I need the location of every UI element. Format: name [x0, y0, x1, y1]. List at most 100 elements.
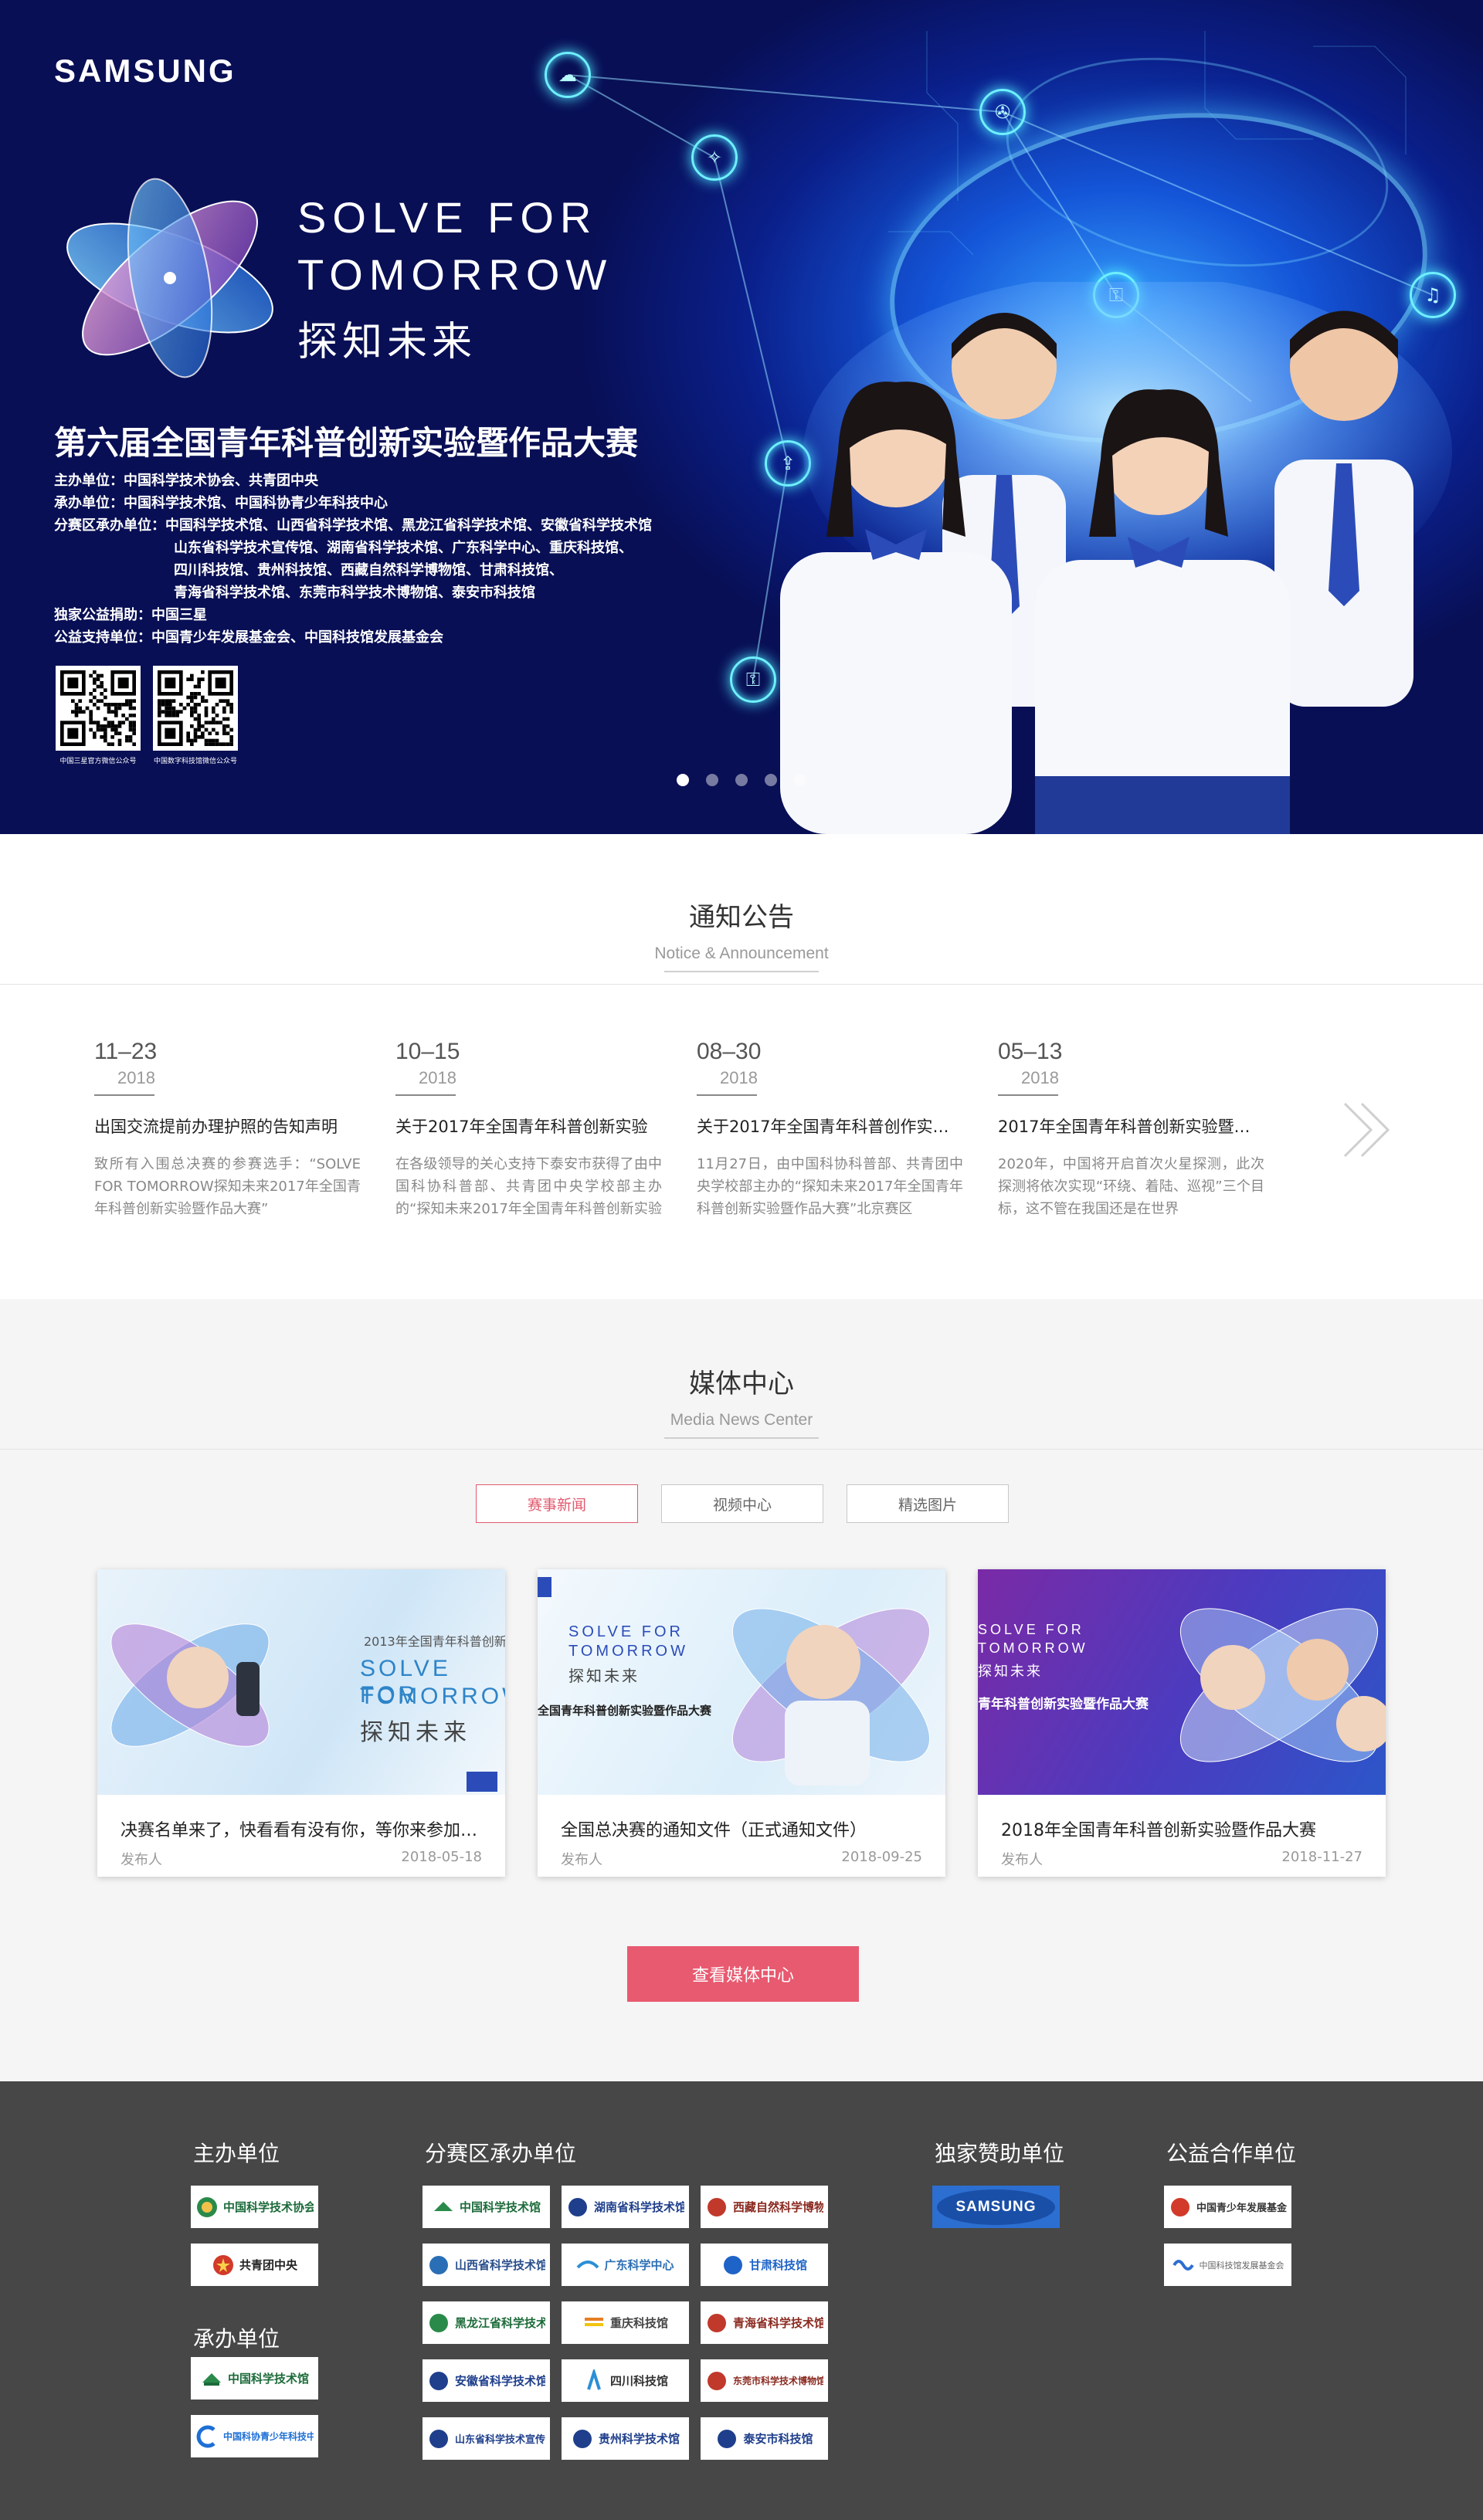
- partner-logo[interactable]: 甘肃科技馆: [701, 2244, 828, 2286]
- organizer-line: 四川科技馆、贵州科技馆、西藏自然科学博物馆、甘肃科技馆、: [174, 562, 563, 578]
- partner-logo[interactable]: 西藏自然科学博物馆: [701, 2186, 828, 2228]
- media-title-en: Media News Center: [670, 1411, 813, 1429]
- partner-logo[interactable]: 湖南省科学技术馆: [562, 2186, 689, 2228]
- carousel-dot[interactable]: [765, 774, 777, 786]
- sponsor-logo-samsung[interactable]: SAMSUNG: [932, 2186, 1060, 2228]
- notice-section: 通知公告 Notice & Announcement 11–23 2018 出国…: [0, 834, 1483, 1299]
- compass-icon: ✧: [691, 134, 738, 181]
- partner-footer: 主办单位 承办单位 分赛区承办单位 独家赞助单位 公益合作单位 中国科学技术协会…: [0, 2081, 1483, 2520]
- samsung-logo[interactable]: SAMSUNG: [54, 53, 236, 90]
- notice-year: 2018: [1021, 1068, 1059, 1087]
- organizer-line: 山东省科学技术宣传馆、湖南省科学技术馆、广东科学中心、重庆科技馆、: [174, 540, 633, 556]
- media-card[interactable]: SOLVE FOR TOMORROW 探知未来 全国青年科普创新实验暨作品大赛 …: [538, 1569, 945, 1877]
- notice-item[interactable]: 11–23 2018 出国交流提前办理护照的告知声明 致所有入围总决赛的参赛选手…: [94, 1039, 361, 1220]
- sichuan-museum-emblem-icon: [587, 2369, 601, 2390]
- section-divider: [0, 984, 1483, 985]
- next-arrow-icon[interactable]: [1340, 1099, 1394, 1161]
- notice-title[interactable]: 关于2017年全国青年科普创作实验暨作品大赛: [697, 1114, 963, 1138]
- card-publisher: 发布人: [561, 1852, 602, 1868]
- partner-logo[interactable]: 中国科技馆发展基金会: [1164, 2244, 1291, 2286]
- partner-logo[interactable]: 山西省科学技术馆: [423, 2244, 550, 2286]
- notice-summary: 11月27日，由中国科协科普部、共青团中央学校部主办的“探知未来2017年全国青…: [697, 1156, 963, 1217]
- organizer-units-heading: 承办单位: [193, 2326, 280, 2352]
- carousel-dot[interactable]: [706, 774, 718, 786]
- youth-center-emblem-icon: [196, 2425, 215, 2447]
- partner-logo[interactable]: 青海省科学技术馆: [701, 2301, 828, 2344]
- guizhou-museum-emblem-icon: [572, 2429, 592, 2448]
- film-reel-icon: ✇: [979, 89, 1026, 135]
- notice-title-cn: 通知公告: [689, 902, 794, 933]
- media-card[interactable]: 2013年全国青年科普创新实 SOLVE FOR TOMORROW 探知未来 决…: [97, 1569, 505, 1877]
- gansu-museum-emblem-icon: [723, 2255, 742, 2274]
- carousel-dot[interactable]: [735, 774, 748, 786]
- atom-logo: [66, 178, 273, 378]
- partner-logo[interactable]: 贵州科学技术馆: [562, 2417, 689, 2460]
- tab-featured-photos[interactable]: 精选图片: [847, 1484, 1009, 1523]
- carousel-dot[interactable]: [794, 774, 806, 786]
- notice-item[interactable]: 05–13 2018 2017年全国青年科普创新实验暨作品大赛 2020年，中国…: [998, 1039, 1264, 1220]
- view-media-center-button[interactable]: 查看媒体中心: [627, 1946, 859, 2002]
- cast-emblem-icon: [197, 2196, 217, 2217]
- card-title[interactable]: 全国总决赛的通知文件（正式通知文件）: [538, 1816, 945, 1841]
- media-thumbnail: SOLVE FOR TOMORROW 探知未来 全国青年科普创新实验暨作品大赛: [538, 1569, 945, 1795]
- heilongjiang-museum-emblem-icon: [429, 2313, 448, 2332]
- notice-date: 08–30: [697, 1039, 762, 1064]
- media-title-cn: 媒体中心: [689, 1369, 794, 1399]
- section-divider: [0, 1449, 1483, 1450]
- notice-title[interactable]: 关于2017年全国青年科普创新实验: [395, 1114, 662, 1138]
- slogan-chinese: 探知未来: [297, 319, 477, 365]
- partner-logo[interactable]: 共青团中央: [191, 2244, 318, 2286]
- partner-logo[interactable]: 四川科技馆: [562, 2359, 689, 2402]
- notice-title[interactable]: 出国交流提前办理护照的告知声明: [94, 1114, 361, 1138]
- carousel-dot[interactable]: [677, 774, 689, 786]
- museum-foundation-emblem-icon: [1172, 2259, 1194, 2271]
- notice-title[interactable]: 2017年全国青年科普创新实验暨作品大赛: [998, 1114, 1264, 1138]
- qr-code-icon: [153, 666, 238, 751]
- partner-logo[interactable]: 黑龙江省科学技术馆: [423, 2301, 550, 2344]
- partner-logo[interactable]: 广东科学中心: [562, 2244, 689, 2286]
- partner-logo[interactable]: 安徽省科学技术馆: [423, 2359, 550, 2402]
- partner-logo[interactable]: 东莞市科学技术博物馆: [701, 2359, 828, 2402]
- notice-summary: 2020年，中国将开启首次火星探测，此次探测将依次实现“环绕、着陆、巡视”三个目…: [998, 1156, 1264, 1217]
- partner-logo[interactable]: 重庆科技馆: [562, 2301, 689, 2344]
- partner-logo[interactable]: 中国青少年发展基金会: [1164, 2186, 1291, 2228]
- date-rule: [697, 1094, 757, 1096]
- date-rule: [94, 1094, 154, 1096]
- partner-logo[interactable]: 中国科学技术馆: [191, 2357, 318, 2400]
- host-units-heading: 主办单位: [193, 2141, 280, 2166]
- partner-logo[interactable]: 泰安市科技馆: [701, 2417, 828, 2460]
- notice-date: 11–23: [94, 1039, 158, 1064]
- qr-code-samsung: 中国三星官方微信公众号: [56, 666, 141, 765]
- title-underline: [664, 1437, 819, 1439]
- notice-item[interactable]: 08–30 2018 关于2017年全国青年科普创作实验暨作品大赛 11月27日…: [697, 1039, 963, 1220]
- media-card[interactable]: SOLVE FOR TOMORROW 探知未来 青年科普创新实验暨作品大赛 20…: [978, 1569, 1386, 1877]
- padlock-icon: ⚿: [730, 656, 776, 703]
- title-underline: [664, 971, 819, 972]
- card-date: 2018-05-18: [401, 1849, 482, 1865]
- hero-banner: ☁ ✇ ✧ ⚿ ♫ ⇪ ⚿ SAMSUNG SOLVE FOR TOMORROW…: [0, 0, 1483, 834]
- qr-code-icon: [56, 666, 141, 751]
- qinghai-museum-emblem-icon: [708, 2313, 726, 2332]
- organizer-line: 承办单位： 中国科学技术馆、中国科协青少年科技中心: [54, 495, 388, 511]
- partner-logo[interactable]: 中国科学技术馆: [423, 2186, 550, 2228]
- notice-year: 2018: [720, 1068, 758, 1087]
- partner-logo[interactable]: 山东省科学技术宣传馆: [423, 2417, 550, 2460]
- youth-league-emblem-icon: [212, 2254, 233, 2275]
- notice-item[interactable]: 10–15 2018 关于2017年全国青年科普创新实验 在各级领导的关心支持下…: [395, 1039, 662, 1220]
- card-title[interactable]: 2018年全国青年科普创新实验暨作品大赛: [978, 1816, 1386, 1841]
- partner-logo[interactable]: 中国科协青少年科技中心: [191, 2415, 318, 2457]
- card-meta: 发布人 2018-11-27: [978, 1849, 1386, 1869]
- cloud-icon: ☁: [545, 52, 591, 98]
- partner-logo[interactable]: 中国科学技术协会: [191, 2186, 318, 2228]
- notice-summary: 在各级领导的关心支持下泰安市获得了由中国科协科普部、共青团中央学校部主办的“探知…: [395, 1156, 662, 1217]
- card-title[interactable]: 决赛名单来了，快看看有没有你，等你来参加决赛: [97, 1816, 505, 1841]
- notice-year: 2018: [419, 1068, 456, 1087]
- tab-event-news[interactable]: 赛事新闻: [476, 1484, 638, 1523]
- shanxi-museum-emblem-icon: [429, 2255, 448, 2274]
- notice-section-title: 通知公告 Notice & Announcement: [0, 896, 1483, 972]
- tab-video-center[interactable]: 视频中心: [661, 1484, 823, 1523]
- anhui-museum-emblem-icon: [429, 2371, 448, 2390]
- organizer-line: 分赛区承办单位： 中国科学技术馆、山西省科学技术馆、黑龙江省科学技术馆、安徽省科学…: [54, 517, 652, 534]
- organizer-line: 主办单位： 中国科学技术协会、共青团中央: [54, 473, 318, 489]
- media-section-title: 媒体中心 Media News Center: [0, 1362, 1483, 1439]
